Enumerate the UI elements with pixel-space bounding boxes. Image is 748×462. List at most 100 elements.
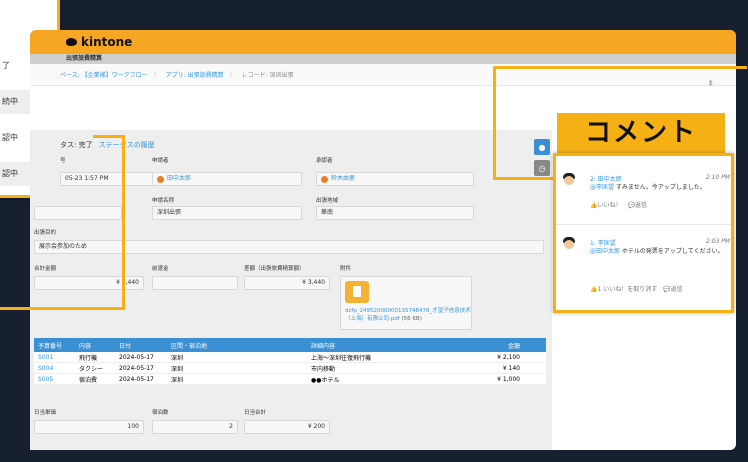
kintone-logo-icon [66,38,77,46]
cell: 飛行機 [79,354,98,362]
budget-link[interactable]: S004 [34,365,79,372]
cell: 上海～深圳往復飛行機 [311,354,372,362]
cell: ¥ 1,000 [497,375,520,383]
applicant-field[interactable]: 田中太郎 [152,172,302,186]
cell: 深圳 [171,365,184,373]
avatar [562,236,576,250]
nights-label: 宿泊数 [152,410,169,416]
region-field: 華南 [316,206,474,220]
highlight-frame [493,66,557,180]
breadcrumb-space[interactable]: ペース: 【企業様】ワークフロー [60,70,148,79]
blank-field [34,206,122,220]
purpose-label: 出張目的 [34,230,57,236]
col-place: 区間・宿泊地 [171,342,208,350]
cell: タクシー [79,365,104,373]
kintone-logo[interactable]: kintone [66,35,132,49]
table-row: S001 飛行機 2024-05-17 深圳 上海～深圳往復飛行機 ¥ 2,10… [34,352,546,363]
col-date: 日付 [119,342,132,350]
reply-button[interactable]: 💬返信 [628,200,648,209]
user-icon [321,175,328,183]
highlight-line [93,135,125,138]
like-button[interactable]: 👍いいね！ [590,200,622,209]
table-row: S004 タクシー 2024-05-17 深圳 市内移動 ¥ 140 [34,363,546,374]
highlight-line [0,307,125,310]
cell: 2024-05-17 [119,375,154,383]
comment-actions: 👍1 いいね！を取り消す 💬返信 [590,284,730,293]
chevron-right-icon: 〉 [153,72,160,79]
purpose-field: 展示会参加のため [34,240,544,254]
comment-body: @李匡望 すみません。今アップしました。 [590,183,730,192]
app-title: 出張旅費精算 [30,54,736,64]
chevron-right-icon: 〉 [229,72,236,79]
attachment-field: dzfp_24952000000135748478_才望子信息技术（上海）有限公… [340,276,472,330]
status-label: タス: 完了 [60,141,93,149]
comment-text: すみません。今アップしました。 [614,184,706,191]
comment-panel: 2: 田中太郎 2:10 PM @李匡望 すみません。今アップしました。 👍いい… [553,153,734,313]
name-field: 深圳出張 [152,206,302,220]
record-detail: タス: 完了 ステータスの履歴 号 05-23 1:57 PM 申請者 田中太郎… [30,130,552,450]
diff-field: ¥ 3,440 [244,276,330,290]
reply-label: 返信 [670,286,683,293]
daily-rate-label: 日当単価 [34,410,57,416]
attachment-size: (56 KB) [401,316,422,322]
attachment-link[interactable]: dzfp_24952000000135748478_才望子信息技术（上海）有限公… [345,307,471,323]
top-bar: kintone [30,30,736,54]
total-field: ¥ 3,440 [34,276,144,290]
reply-label: 返信 [634,202,647,209]
cell: 2024-05-17 [119,353,154,361]
comment-time: 2:03 PM [705,238,730,245]
comment-mention[interactable]: @田中太郎 [590,248,620,255]
diff-label: 差額（出張旅費精算額） [244,266,305,272]
like-button[interactable]: 👍1 いいね！を取り消す [590,284,657,293]
highlight-line [557,66,747,69]
expense-table: 予算番号 内容 日付 区間・宿泊地 詳細内容 金額 S001 飛行機 2024-… [34,338,546,385]
budget-link[interactable]: S001 [34,354,79,361]
highlight-line [122,135,125,310]
cell: 2024-05-17 [119,364,154,372]
col-item: 内容 [79,342,92,350]
status-history-link[interactable]: ステータスの履歴 [99,140,155,150]
like-label: 1 いいね！を取り消す [597,286,658,293]
region-label: 出張地域 [316,198,339,204]
comment-mention[interactable]: @李匡望 [590,184,614,191]
date-label: 号 [60,158,66,164]
advance-field [152,276,238,290]
comment-actions: 👍いいね！ 💬返信 [590,200,730,209]
total-label: 合計金額 [34,266,57,272]
table-row: S005 宿泊費 2024-05-17 深圳 ●●ホテル ¥ 1,000 [34,374,546,385]
file-icon[interactable] [345,281,369,303]
comment-time: 2:10 PM [705,174,730,181]
cell: 宿泊費 [79,376,98,384]
comment-author[interactable]: 1: 李匡望 [590,238,616,247]
like-label: いいね！ [597,202,622,209]
cell: 深圳 [171,354,184,362]
comment-author[interactable]: 2: 田中太郎 [590,174,622,183]
date-field: 05-23 1:57 PM [60,172,160,186]
applicant-label: 申請者 [152,158,169,164]
status-row: タス: 完了 ステータスの履歴 [60,140,155,150]
pin-icon[interactable]: ⇞ [707,79,714,88]
divider [556,224,731,225]
cell: 深圳 [171,376,184,384]
applicant-name: 田中太郎 [167,175,192,182]
comment-callout: コメント [557,113,725,153]
name-label: 申請名称 [152,198,175,204]
user-icon [157,175,164,183]
logo-text: kintone [81,35,133,49]
col-budget: 予算番号 [38,342,63,350]
reply-button[interactable]: 💬返信 [663,284,683,293]
approver-field[interactable]: 鈴木由恵 [316,172,474,186]
table-header: 予算番号 内容 日付 区間・宿泊地 詳細内容 金額 [34,338,546,352]
approver-label: 承認者 [316,158,333,164]
cell: 市内移動 [311,365,336,373]
breadcrumb-app[interactable]: アプリ: 出張旅費精算 [166,70,224,79]
comment-body: @田中太郎 ホテルの発票をアップしてください。 [590,247,730,256]
cell: ¥ 140 [502,364,520,372]
nights-field: 2 [152,420,238,434]
approver-name: 鈴木由恵 [331,175,356,182]
breadcrumb-record: レコード: 深圳出張 [241,72,294,79]
daily-rate-field: 100 [34,420,144,434]
budget-link[interactable]: S005 [34,376,79,383]
cell: ●●ホテル [311,376,340,384]
comment-text: ホテルの発票をアップしてください。 [620,248,724,255]
